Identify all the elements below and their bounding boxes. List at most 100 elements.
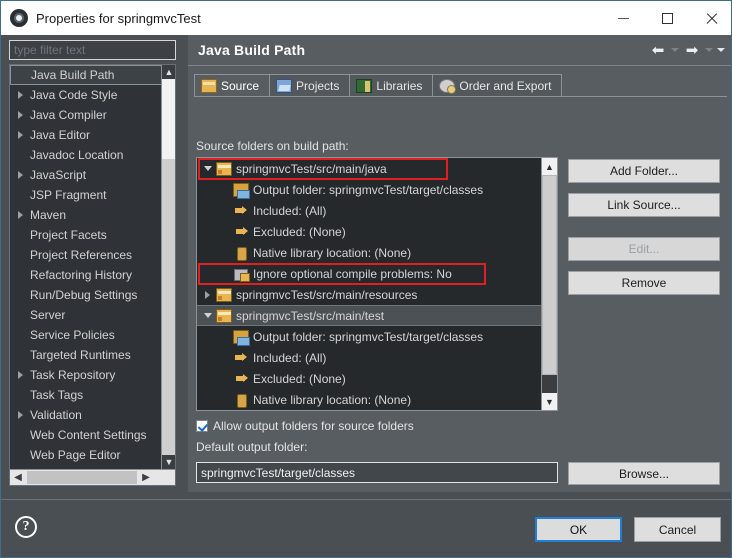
forward-dropdown-chevron-down-icon[interactable] [703,39,715,61]
tree-row[interactable]: Output folder: springmvcTest/target/clas… [197,179,543,200]
scroll-down-icon[interactable]: ▼ [162,455,175,469]
sidebar-item-project-facets[interactable]: Project Facets [10,225,162,245]
help-icon[interactable]: ? [15,516,37,538]
sidebar-item-targeted-runtimes[interactable]: Targeted Runtimes [10,345,162,365]
window-controls [601,1,731,35]
tree-row[interactable]: Included: (All) [197,200,543,221]
package-folder-icon [201,78,217,93]
sidebar-scroll-track[interactable] [162,159,175,455]
sidebar-item-label: Project Facets [30,228,107,242]
tree-row[interactable]: springmvcTest/src/main/java [197,158,543,179]
sidebar-item-refactoring-history[interactable]: Refactoring History [10,265,162,285]
view-menu-chevron-down-icon[interactable] [715,39,727,61]
maximize-button[interactable] [645,1,689,35]
tree-row[interactable]: Native library location: (None) [197,389,543,410]
sidebar-item-task-repository[interactable]: Task Repository [10,365,162,385]
sidebar-item-label: Project References [30,248,133,262]
source-folders-tree[interactable]: springmvcTest/src/main/java Output folder… [197,158,543,410]
sidebar-item-service-policies[interactable]: Service Policies [10,325,162,345]
sidebar-vertical-scrollbar[interactable]: ▲ ▼ [161,65,175,469]
chevron-right-icon[interactable] [12,131,28,139]
chevron-right-icon[interactable] [12,411,28,419]
chevron-right-icon[interactable] [12,111,28,119]
source-folder-icon [216,308,232,323]
chevron-right-icon[interactable] [12,171,28,179]
chevron-down-icon[interactable] [199,313,216,318]
order-export-icon [439,79,457,94]
tab-source[interactable]: Source [194,74,271,97]
ok-button[interactable]: OK [535,517,622,542]
tab-order-and-export[interactable]: Order and Export [432,74,563,97]
sidebar-item-validation[interactable]: Validation [10,405,162,425]
scroll-up-icon[interactable]: ▲ [162,65,175,79]
source-folder-icon [216,287,232,302]
back-dropdown-chevron-down-icon[interactable] [669,39,681,61]
tab-underline [194,96,727,97]
sidebar-item-server[interactable]: Server [10,305,162,325]
chevron-down-icon[interactable] [199,166,216,171]
tree-row[interactable]: Ignore optional compile problems: No [197,263,543,284]
settings-tree[interactable]: Java Build Path Java Code Style Java Compi… [10,65,162,469]
remove-button[interactable]: Remove [568,271,720,295]
sidebar-item-java-compiler[interactable]: Java Compiler [10,105,162,125]
sidebar-item-run-debug-settings[interactable]: Run/Debug Settings [10,285,162,305]
tree-row[interactable]: Excluded: (None) [197,221,543,242]
tree-row[interactable]: Excluded: (None) [197,368,543,389]
tree-scroll-thumb[interactable] [542,175,557,375]
tree-row[interactable]: Included: (All) [197,347,543,368]
tab-libraries[interactable]: Libraries [349,74,434,97]
tree-scroll-up-icon[interactable]: ▲ [542,158,557,175]
sidebar-scroll-thumb[interactable] [162,79,175,159]
tree-vertical-scrollbar[interactable]: ▲ ▼ [541,158,557,410]
tree-row[interactable]: Native library location: (None) [197,242,543,263]
sidebar-item-label: Validation [30,408,82,422]
filter-field-wrap[interactable] [9,40,176,60]
sidebar-item-javascript[interactable]: JavaScript [10,165,162,185]
add-folder-button[interactable]: Add Folder... [568,159,720,183]
tree-row[interactable]: springmvcTest/src/main/test [197,305,543,326]
source-folder-icon [216,161,232,176]
exclude-arrow-icon [233,225,249,239]
tree-row-label: springmvcTest/src/main/java [236,161,387,176]
sidebar-item-java-editor[interactable]: Java Editor [10,125,162,145]
forward-arrow-icon[interactable]: ➡ [681,39,703,61]
chevron-right-icon[interactable] [12,211,28,219]
tree-row-label: Output folder: springmvcTest/target/clas… [253,329,484,344]
chevron-right-icon[interactable] [12,371,28,379]
sidebar-hscroll-thumb[interactable] [27,471,137,484]
include-arrow-icon [233,204,249,218]
output-folder-icon [233,182,250,199]
search-input[interactable] [10,41,175,59]
chevron-right-icon[interactable] [12,91,28,99]
tree-row[interactable]: springmvcTest/src/main/resources [197,284,543,305]
sidebar-item-javadoc-location[interactable]: Javadoc Location [10,145,162,165]
sidebar-item-label: Refactoring History [30,268,133,282]
sidebar-horizontal-scrollbar[interactable]: ◀ ▶ [10,469,175,485]
sidebar-item-maven[interactable]: Maven [10,205,162,225]
back-arrow-icon[interactable]: ⬅ [647,39,669,61]
sidebar-item-project-references[interactable]: Project References [10,245,162,265]
sidebar-item-java-build-path[interactable]: Java Build Path [10,65,162,85]
allow-output-folders-row[interactable]: Allow output folders for source folders [196,419,414,433]
tree-row-label: springmvcTest/src/main/test [236,308,385,323]
close-button[interactable] [689,1,731,35]
tree-row[interactable]: Output folder: springmvcTest/target/clas… [197,326,543,347]
link-source-button[interactable]: Link Source... [568,193,720,217]
default-output-folder-input[interactable]: springmvcTest/target/classes [196,462,558,483]
minimize-button[interactable] [601,1,645,35]
cancel-button[interactable]: Cancel [634,517,721,542]
tab-projects[interactable]: Projects [269,74,351,97]
sidebar-item-web-page-editor[interactable]: Web Page Editor [10,445,162,465]
scroll-left-icon[interactable]: ◀ [10,470,26,485]
chevron-right-icon[interactable] [199,290,216,299]
scroll-right-icon[interactable]: ▶ [138,470,154,485]
sidebar-item-label: Run/Debug Settings [30,288,138,302]
sidebar-item-label: Javadoc Location [30,148,124,162]
sidebar-item-java-code-style[interactable]: Java Code Style [10,85,162,105]
sidebar-item-task-tags[interactable]: Task Tags [10,385,162,405]
sidebar-item-web-content-settings[interactable]: Web Content Settings [10,425,162,445]
browse-button[interactable]: Browse... [568,462,720,485]
sidebar-item-jsp-fragment[interactable]: JSP Fragment [10,185,162,205]
allow-output-folders-checkbox[interactable] [196,420,208,432]
tree-scroll-down-icon[interactable]: ▼ [542,393,557,410]
